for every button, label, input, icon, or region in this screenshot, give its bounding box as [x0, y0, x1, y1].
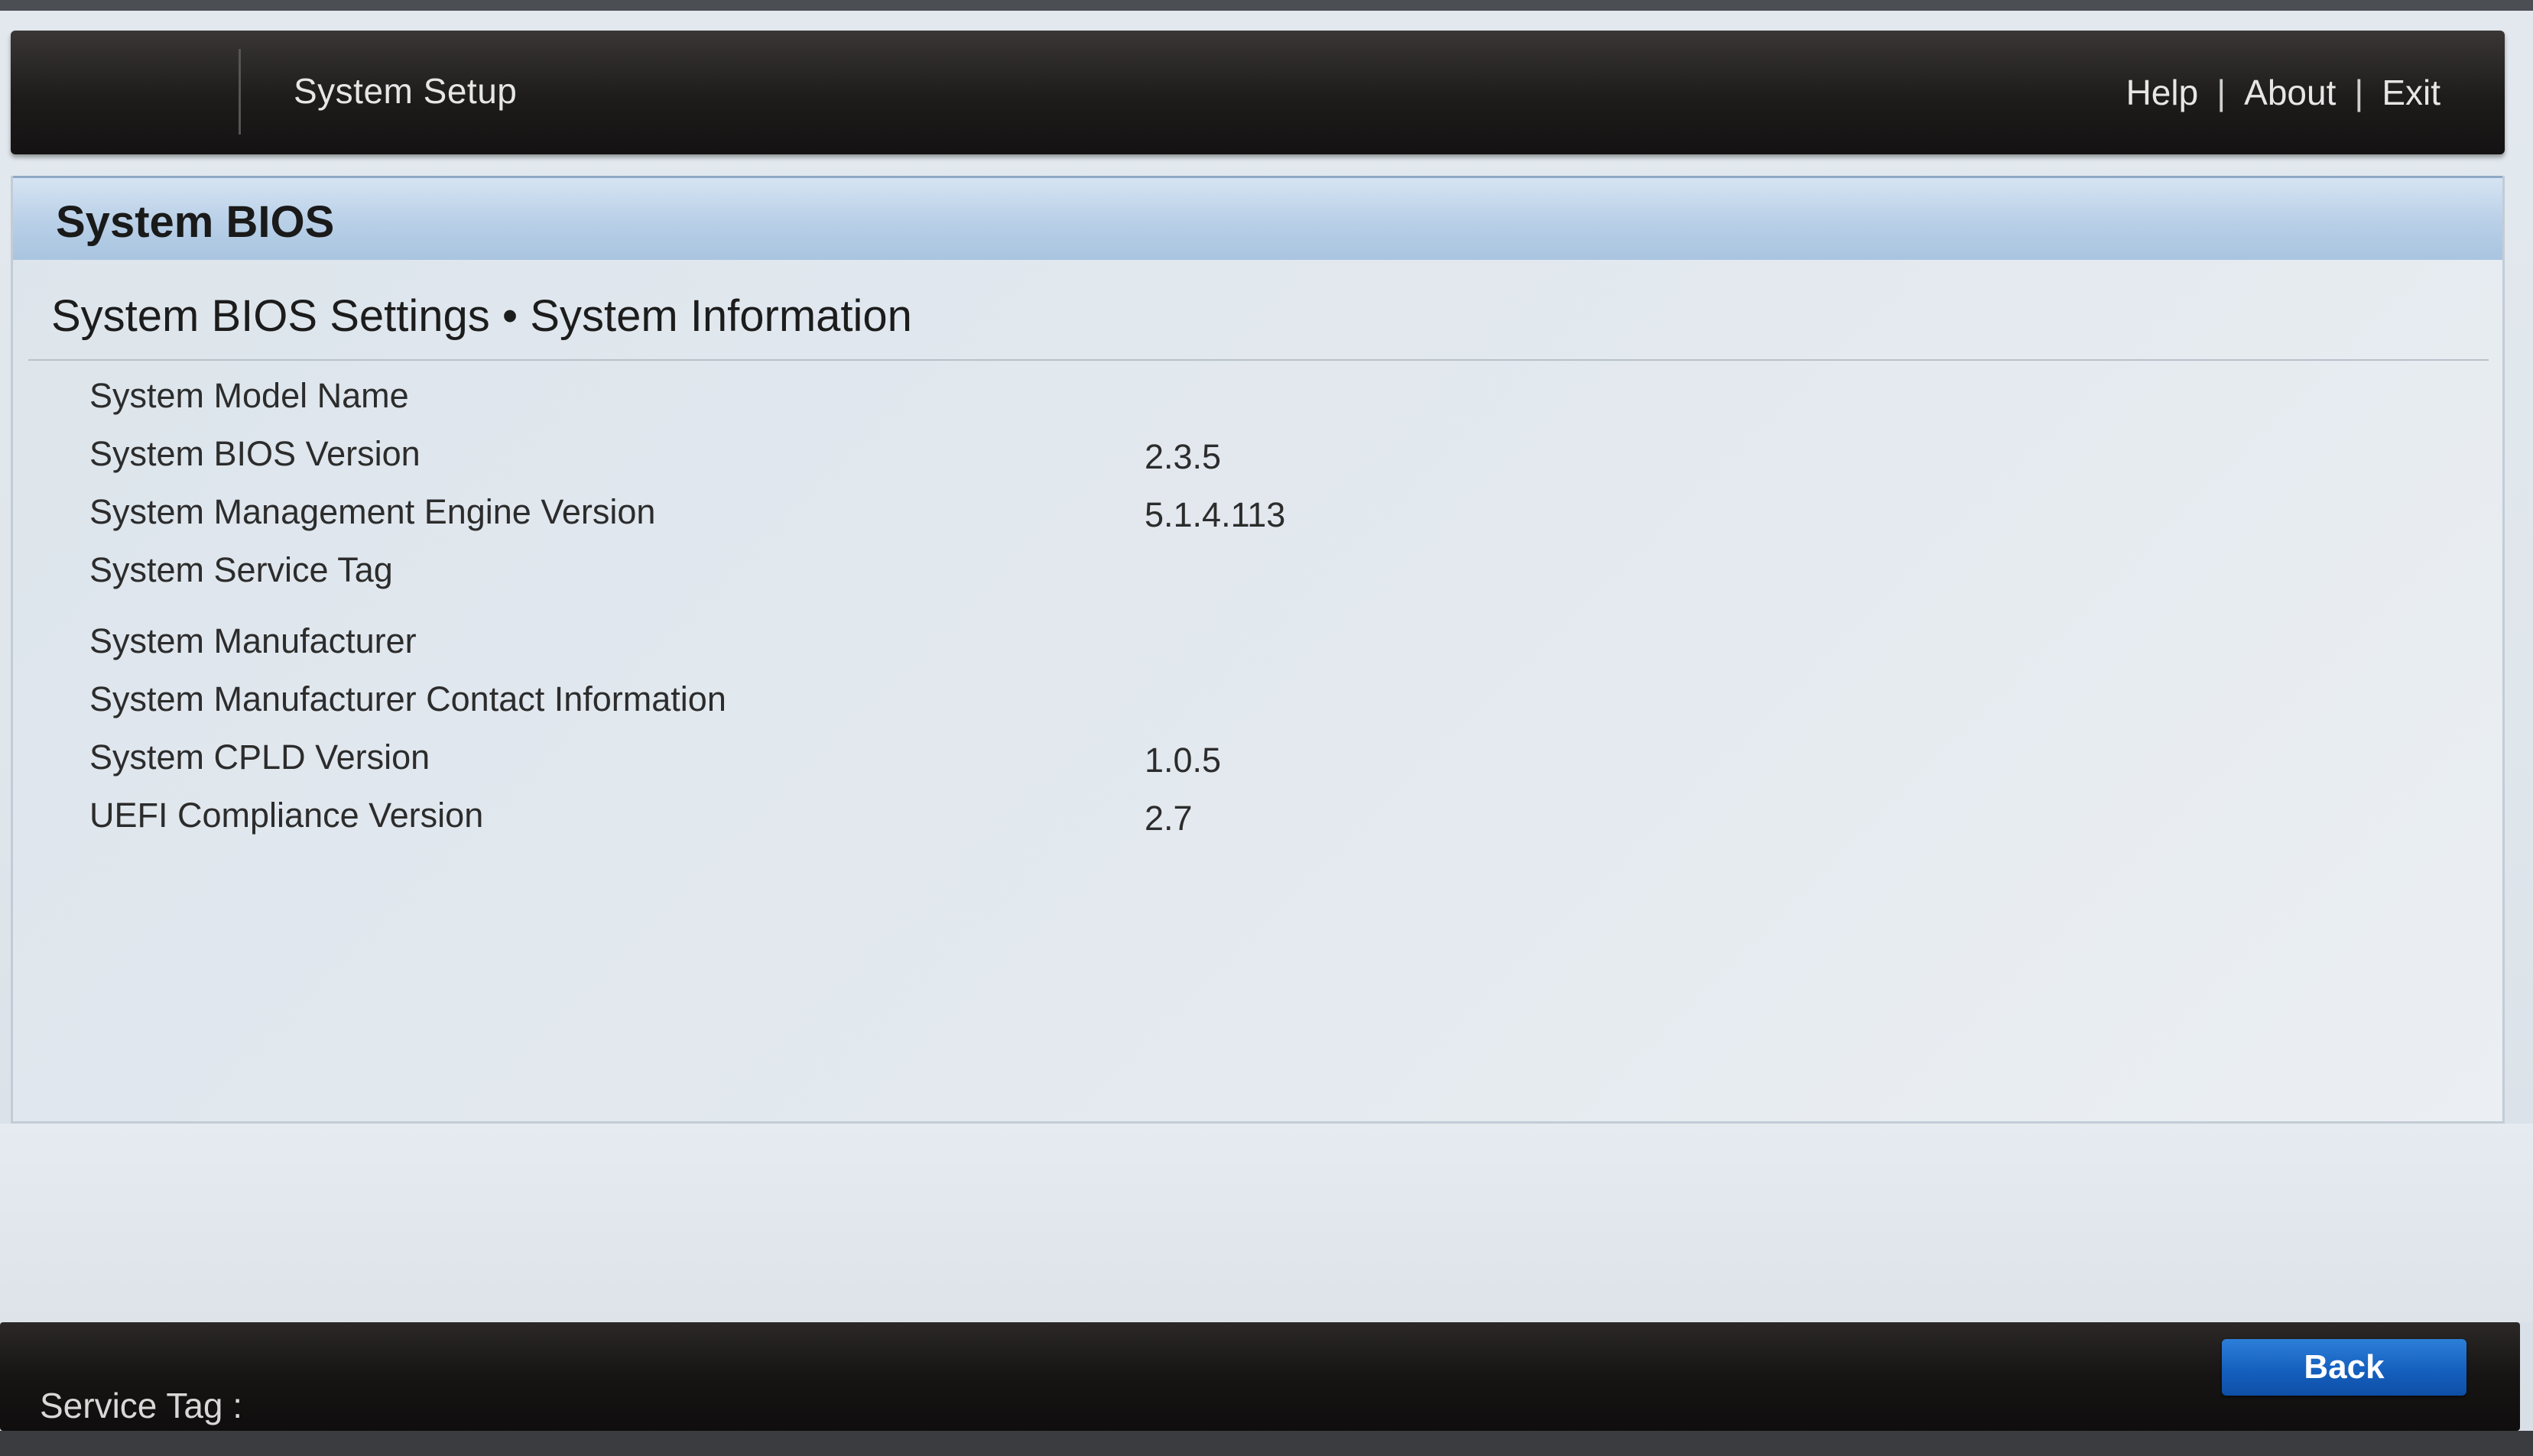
info-row-management-engine-version[interactable]: System Management Engine Version 5.1.4.1…	[13, 492, 1389, 546]
screen-bezel-top	[0, 0, 2533, 11]
panel-title: System BIOS	[56, 197, 335, 247]
row-label: System Manufacturer	[89, 621, 417, 660]
service-tag-label: Service Tag :	[40, 1386, 243, 1425]
empty-bottom-area	[0, 1124, 2533, 1322]
row-label: System Management Engine Version	[89, 492, 656, 531]
row-label: UEFI Compliance Version	[89, 796, 484, 835]
info-row-system-bios-version[interactable]: System BIOS Version 2.3.5	[13, 434, 1389, 488]
content-panel: System BIOS System BIOS Settings • Syste…	[11, 176, 2505, 1124]
header-links: Help | About | Exit	[2126, 72, 2440, 113]
row-value: 5.1.4.113	[1145, 495, 1286, 534]
app-title: System Setup	[294, 71, 518, 111]
info-row-system-cpld-version[interactable]: System CPLD Version 1.0.5	[13, 738, 1389, 791]
exit-link[interactable]: Exit	[2382, 72, 2440, 113]
panel-header: System BIOS	[13, 176, 2502, 260]
row-value: 2.7	[1145, 799, 1193, 838]
info-row-system-model-name[interactable]: System Model Name	[13, 376, 1389, 430]
link-separator: |	[2216, 73, 2226, 112]
info-row-system-manufacturer[interactable]: System Manufacturer	[13, 621, 1389, 675]
bios-setup-screen: System Setup Help | About | Exit System …	[0, 0, 2533, 1456]
info-row-manufacturer-contact-info[interactable]: System Manufacturer Contact Information	[13, 679, 1389, 733]
section-divider	[28, 359, 2489, 361]
header-bar: System Setup Help | About | Exit	[11, 31, 2505, 154]
section-title: System BIOS Settings • System Informatio…	[51, 291, 912, 341]
help-link[interactable]: Help	[2126, 72, 2199, 113]
about-link[interactable]: About	[2244, 72, 2336, 113]
row-label: System CPLD Version	[89, 738, 430, 777]
screen-bezel-bottom	[0, 1431, 2533, 1456]
row-label: System Service Tag	[89, 550, 393, 589]
header-divider	[239, 49, 241, 135]
footer-bar: Service Tag : Back	[0, 1322, 2520, 1431]
row-value: 2.3.5	[1145, 437, 1222, 476]
link-separator: |	[2354, 73, 2364, 112]
info-row-uefi-compliance-version[interactable]: UEFI Compliance Version 2.7	[13, 796, 1389, 849]
back-button[interactable]: Back	[2222, 1339, 2466, 1396]
row-label: System BIOS Version	[89, 434, 421, 473]
row-label: System Manufacturer Contact Information	[89, 679, 726, 718]
row-value: 1.0.5	[1145, 741, 1222, 780]
info-row-system-service-tag[interactable]: System Service Tag	[13, 550, 1389, 604]
row-label: System Model Name	[89, 376, 409, 415]
